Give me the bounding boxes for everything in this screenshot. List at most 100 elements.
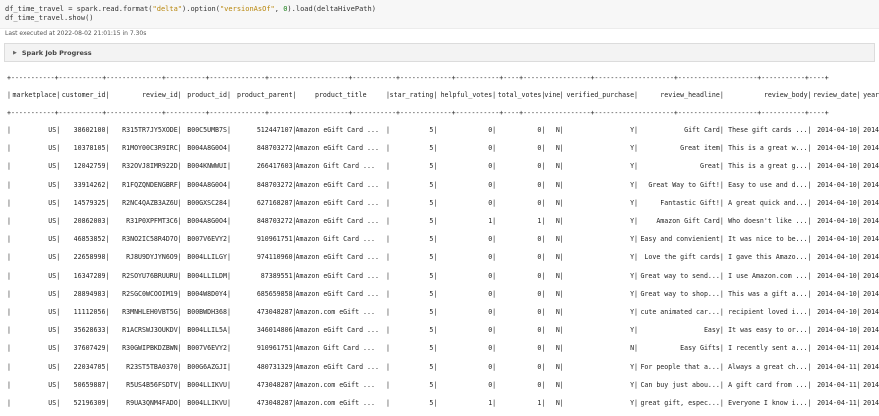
table-cell: US [48,326,57,335]
table-cell: 5 [429,344,434,353]
code-text: , [274,5,284,13]
table-cell: 22034705 [73,362,106,371]
table-cell: N [555,289,560,298]
table-cell: B004W8D0Y4 [187,289,227,298]
table-cell: Y [630,399,635,407]
table-cell: Amazon eGift Card ... [295,126,379,134]
table-cell: 16347289 [73,271,106,280]
table-cell: Amazon eGift Card ... [295,217,379,225]
table-cell: 848703272 [256,144,293,153]
column-header: verified_purchase [566,91,635,99]
table-cell: N [555,180,560,189]
table-cell: B004A8G0O4 [187,217,227,225]
table-cell: Easy to use and d... [728,180,808,189]
table-row: | US | 28894983 | R2SGC0WCOOIM19 | B004W8D0Y4 | 6… [7,290,879,298]
table-cell: R1ACRSWJ3OUKDV [122,326,178,335]
table-cell: B004LLIKVU [187,380,227,389]
table-cell: Y [630,162,635,171]
table-cell: 346014806 [256,326,293,335]
table-cell: 2014-04-10 [817,253,857,262]
table-cell: R9UA3QNM4FADO [126,399,178,407]
table-cell: 2014-04-10 [817,308,857,316]
column-header: product_title [314,91,367,99]
table-cell: B004LLILDM [187,271,227,280]
table-cell: Love the gift cards [644,253,720,262]
table-cell: B00BWDH368 [187,308,227,316]
table-cell: Easy and convienient [640,235,720,244]
table-row: | US | 11112056 | R3MNHLEH0VBT5G | B00BWDH368 | 4… [7,308,879,316]
table-border: +-----------+-----------+--------------+… [7,74,829,82]
code-text: df_time_travel = spark.read.format( [5,5,153,13]
table-header: | marketplace | customer_id | review_id | produ… [7,91,879,99]
table-cell: US [48,308,57,316]
table-cell: N [555,399,560,407]
table-row: | US | 37607429 | R30GWIPBKDZBWN | B007V6EVY2 | 9… [7,344,879,352]
table-cell: 2014-04-11 [817,380,857,389]
table-cell: US [48,362,57,371]
table-cell: recipient loved i... [728,308,808,316]
table-cell: 1 [537,217,542,225]
table-cell: 0 [537,289,542,298]
table-cell: A great quick and... [728,198,808,207]
code-text: ).option( [182,5,220,13]
table-cell: 5 [429,380,434,389]
table-cell: Y [630,198,635,207]
code-cell[interactable]: df_time_travel = spark.read.format("delt… [0,0,879,29]
table-cell: N [555,162,560,171]
table-cell: 2014-04-10 [817,180,857,189]
table-cell: I use Amazon.com ... [728,271,808,280]
table-row: | US | 38602100 | R315TR7JY5XODE | B00C5UMB7S | 5… [7,126,879,134]
table-cell: 0 [488,126,493,134]
table-cell: 2014-04-11 [817,344,857,353]
table-cell: 0 [488,253,493,262]
table-cell: 473048287 [256,380,293,389]
table-cell: R3NO2IC58R4D7O [122,235,178,244]
table-cell: Amazon Gift Card ... [295,344,375,353]
table-cell: 480731329 [256,362,293,371]
table-cell: 2014 [863,253,879,262]
table-cell: B004A8G0O4 [187,180,227,189]
table-cell: R30GWIPBKDZBWN [122,344,178,353]
code-text: ).load(deltaHivePath) [287,5,376,13]
table-cell: 0 [537,326,542,335]
table-cell: It was nice to be... [728,235,808,244]
table-cell: 2014 [863,126,879,134]
table-cell: 5 [429,326,434,335]
chevron-right-icon: ▶ [13,49,17,56]
table-cell: 2014-04-10 [817,126,857,134]
table-cell: 0 [537,271,542,280]
table-row: | US | 22658998 | RJ8U9DYJYN6O9 | B004LLILGY | 97… [7,253,879,261]
table-cell: This was a gift a... [728,289,808,298]
table-cell: B007V6EVY2 [187,344,227,353]
table-cell: Y [630,180,635,189]
table-cell: N [555,380,560,389]
table-cell: 52196309 [73,399,106,407]
table-cell: 0 [488,144,493,153]
table-cell: 5 [429,198,434,207]
table-cell: 5 [429,162,434,171]
table-cell: US [48,126,57,134]
table-cell: 2014 [863,235,879,244]
table-cell: R32OVJ8IMR922D [122,162,178,171]
table-cell: Y [630,253,635,262]
table-cell: A gift card from ... [728,380,808,389]
table-row: | US | 22034705 | R23ST5TBA0370 | B00G6AZGJI | 48… [7,363,879,371]
table-cell: 512447107 [256,126,293,134]
table-cell: Amazon eGift Card ... [295,144,379,153]
table-cell: R1FQZQNDENGBRF [122,180,178,189]
table-cell: 473048287 [256,308,293,316]
table-cell: Easy [703,326,720,335]
table-cell: This is a great w... [728,144,808,153]
table-cell: 0 [537,144,542,153]
table-cell: R1MOY00C3R9IRC [122,144,178,153]
table-cell: R23ST5TBA0370 [126,362,178,371]
table-cell: US [48,399,57,407]
table-cell: N [555,308,560,316]
table-cell: 2014 [863,344,879,353]
table-cell: 2014 [863,399,879,407]
table-cell: 46853852 [73,235,106,244]
table-cell: Gift Card [684,126,720,134]
spark-job-progress-toggle[interactable]: ▶ Spark Job Progress [4,43,875,62]
table-row: | US | 52196309 | R9UA3QNM4FADO | B004LLIKVU | 47… [7,399,879,407]
table-cell: US [48,344,57,353]
